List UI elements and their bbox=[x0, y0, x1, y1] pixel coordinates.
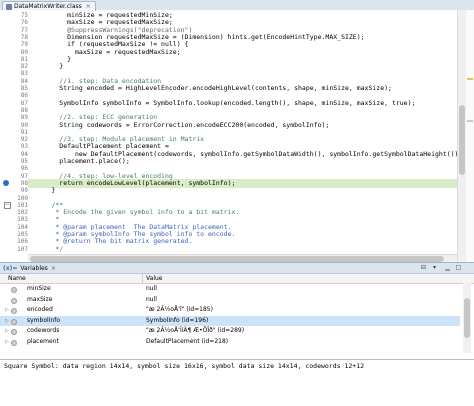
code-line[interactable]: return encodeLowLevel(placement, symbolI… bbox=[28, 179, 235, 188]
editor-tab-bar: DataMatrixWriter.class × bbox=[0, 0, 474, 11]
column-header-name[interactable]: Name bbox=[8, 275, 26, 282]
variables-view: (x)= Variables × ⊟ ▾ ▁ □ Name Value minS… bbox=[0, 262, 474, 406]
variables-icon: (x)= bbox=[3, 264, 18, 272]
local-variable-icon bbox=[11, 308, 17, 314]
code-line[interactable]: } bbox=[28, 186, 55, 195]
column-header-value[interactable]: Value bbox=[146, 275, 162, 282]
editor-vertical-scroll-thumb[interactable] bbox=[459, 105, 465, 175]
code-line[interactable]: String encoded = HighLevelEncoder.encode… bbox=[28, 84, 392, 93]
fold-toggle-icon[interactable]: − bbox=[4, 201, 11, 209]
variables-scroll-thumb[interactable] bbox=[464, 298, 470, 338]
occurrence-marker[interactable] bbox=[467, 120, 473, 122]
variable-row-encoded[interactable]: ▷ encoded "æ 2Â½oÅ‘î" (id=185) bbox=[0, 305, 460, 315]
expand-arrow-icon[interactable]: ▷ bbox=[5, 326, 10, 336]
local-variable-icon bbox=[11, 339, 17, 346]
local-variable-icon bbox=[11, 287, 17, 293]
warning-marker[interactable] bbox=[467, 78, 473, 80]
expand-arrow-icon[interactable]: ▷ bbox=[5, 337, 10, 347]
line-number: 107 bbox=[17, 245, 28, 253]
close-icon[interactable]: × bbox=[51, 265, 56, 272]
variable-detail-pane[interactable]: Square Symbol: data region 14x14, symbol… bbox=[4, 362, 470, 371]
variable-value: DefaultPlacement (id=218) bbox=[146, 337, 229, 345]
expand-arrow-icon[interactable]: ▷ bbox=[5, 316, 10, 326]
minimize-icon[interactable]: ▁ bbox=[444, 264, 451, 271]
variable-row-maxSize[interactable]: maxSize null bbox=[0, 295, 460, 305]
view-menu-icon[interactable]: ▾ bbox=[431, 264, 438, 271]
variable-row-minSize[interactable]: minSize null bbox=[0, 284, 460, 294]
vertical-ruler[interactable] bbox=[0, 10, 12, 262]
close-icon[interactable]: × bbox=[86, 3, 91, 10]
local-variable-icon bbox=[11, 297, 17, 304]
variable-name: minSize bbox=[27, 285, 51, 292]
variable-value: "æ 2Â½oÅ‘ÎíÄ¶ Æ•ÕÎ̈ð" (id=289) bbox=[146, 327, 245, 334]
variable-name: placement bbox=[27, 337, 59, 345]
editor-tab-label: DataMatrixWriter.class bbox=[14, 3, 82, 10]
overview-ruler[interactable] bbox=[466, 10, 474, 262]
code-editor[interactable]: DataMatrixWriter.class × 75 76 77 78 79 80 81 8… bbox=[0, 0, 474, 263]
variables-view-title: Variables bbox=[20, 264, 48, 272]
expand-arrow-icon[interactable]: ▷ bbox=[5, 305, 10, 315]
maximize-icon[interactable]: □ bbox=[455, 264, 462, 271]
code-line[interactable]: */ bbox=[28, 245, 63, 254]
variable-row-codewords[interactable]: ▷ codewords "æ 2Â½oÅ‘ÎíÄ¶ Æ•ÕÎ̈ð" (id=289) bbox=[0, 326, 460, 336]
code-line[interactable]: } bbox=[28, 62, 63, 71]
variable-name: codewords bbox=[27, 327, 60, 334]
variable-row-placement[interactable]: ▷ placement DefaultPlacement (id=218) bbox=[0, 337, 460, 347]
line-number-gutter: 75 76 77 78 79 80 81 82 83 84 85 86 87 88 89 90 91 92 93 94… bbox=[12, 10, 28, 262]
local-variable-icon bbox=[11, 329, 17, 335]
variable-name: symbolInfo bbox=[27, 316, 61, 324]
code-line[interactable]: String codewords = ErrorCorrection.encod… bbox=[28, 121, 329, 130]
variables-vertical-scrollbar[interactable] bbox=[463, 283, 471, 353]
code-line[interactable]: * Encode the given symbol info to a bit … bbox=[28, 208, 239, 217]
detail-pane-divider[interactable] bbox=[0, 359, 474, 360]
variable-value: null bbox=[146, 295, 157, 303]
editor-vertical-scrollbar[interactable] bbox=[457, 10, 466, 262]
class-file-icon bbox=[6, 3, 12, 10]
column-divider[interactable] bbox=[142, 274, 143, 283]
variable-value: SymbolInfo (id=196) bbox=[146, 316, 209, 324]
code-line[interactable]: placement.place(); bbox=[28, 157, 129, 166]
code-line[interactable]: SymbolInfo symbolInfo = SymbolInfo.looku… bbox=[28, 99, 415, 108]
variables-table-header: Name Value bbox=[0, 274, 474, 284]
variable-value: "æ 2Â½oÅ‘î" (id=185) bbox=[146, 306, 213, 313]
variable-value: null bbox=[146, 285, 157, 292]
code-text-area[interactable]: minSize = requestedMinSize; maxSize = re… bbox=[28, 10, 457, 262]
collapse-all-icon[interactable]: ⊟ bbox=[420, 264, 427, 271]
variable-name: maxSize bbox=[27, 295, 53, 303]
variable-row-symbolInfo[interactable]: ▷ symbolInfo SymbolInfo (id=196) bbox=[0, 315, 460, 326]
variable-name: encoded bbox=[27, 306, 53, 313]
variables-view-header: (x)= Variables × ⊟ ▾ ▁ □ bbox=[0, 263, 474, 274]
variables-view-tab[interactable]: (x)= Variables × bbox=[3, 264, 56, 272]
local-variable-icon bbox=[11, 318, 17, 325]
